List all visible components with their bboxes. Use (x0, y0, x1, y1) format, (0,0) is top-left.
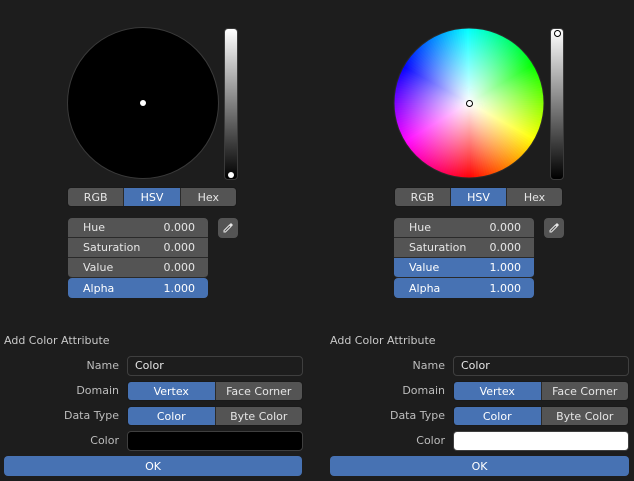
domain-label: Domain (76, 384, 119, 397)
ok-button[interactable]: OK (330, 456, 629, 476)
data-type-color-option[interactable]: Color (454, 407, 542, 425)
color-wheel[interactable] (393, 27, 545, 179)
eyedropper-icon (549, 223, 559, 233)
color-mode-tabs: RGB HSV Hex (67, 187, 237, 207)
data-type-label: Data Type (63, 409, 119, 422)
data-type-label: Data Type (389, 409, 445, 422)
alpha-field[interactable]: Alpha 1.000 (394, 278, 534, 298)
wheel-cursor[interactable] (140, 100, 146, 106)
data-type-byte-color-option[interactable]: Byte Color (541, 407, 628, 425)
ok-button[interactable]: OK (4, 456, 302, 476)
data-type-color-option[interactable]: Color (128, 407, 216, 425)
tab-hex[interactable]: Hex (507, 188, 562, 206)
saturation-label: Saturation (409, 241, 467, 254)
name-label: Name (412, 359, 445, 372)
domain-vertex-option[interactable]: Vertex (454, 382, 542, 400)
dialog-title: Add Color Attribute (4, 334, 110, 347)
alpha-field[interactable]: Alpha 1.000 (68, 278, 208, 298)
alpha-label: Alpha (83, 281, 115, 295)
value-label: Value (83, 261, 114, 274)
tab-rgb[interactable]: RGB (395, 188, 451, 206)
value-slider-knob[interactable] (554, 30, 561, 37)
color-label: Color (90, 434, 119, 447)
name-input[interactable]: Color (453, 356, 629, 376)
value-field[interactable]: Value 0.000 (68, 258, 208, 278)
hue-label: Hue (409, 221, 432, 234)
value-field[interactable]: Value 1.000 (394, 258, 534, 278)
hsv-fields: Hue 0.000 Saturation 0.000 Value 0.000 (68, 218, 208, 278)
hue-label: Hue (83, 221, 106, 234)
alpha-value: 1.000 (163, 281, 196, 295)
data-type-selector: Color Byte Color (453, 406, 629, 426)
color-mode-tabs: RGB HSV Hex (394, 187, 563, 207)
domain-selector: Vertex Face Corner (453, 381, 629, 401)
saturation-value: 0.000 (163, 241, 196, 254)
dialog-title: Add Color Attribute (330, 334, 436, 347)
eyedropper-icon (223, 223, 233, 233)
color-label: Color (416, 434, 445, 447)
domain-vertex-option[interactable]: Vertex (128, 382, 216, 400)
alpha-fields: Alpha 1.000 (394, 278, 534, 298)
saturation-label: Saturation (83, 241, 141, 254)
color-swatch[interactable] (127, 431, 303, 451)
alpha-value: 1.000 (489, 281, 522, 295)
hsv-fields: Hue 0.000 Saturation 0.000 Value 1.000 (394, 218, 534, 278)
data-type-selector: Color Byte Color (127, 406, 303, 426)
color-wheel[interactable] (67, 27, 219, 179)
value-value: 0.000 (163, 261, 196, 274)
hue-value: 0.000 (489, 221, 522, 234)
value-slider[interactable] (550, 28, 564, 180)
eyedropper-button[interactable] (544, 218, 564, 238)
tab-rgb[interactable]: RGB (68, 188, 125, 206)
tab-hsv[interactable]: HSV (451, 188, 507, 206)
value-slider-knob[interactable] (228, 172, 234, 178)
domain-face-corner-option[interactable]: Face Corner (541, 382, 628, 400)
domain-face-corner-option[interactable]: Face Corner (215, 382, 302, 400)
value-value: 1.000 (489, 261, 522, 274)
saturation-field[interactable]: Saturation 0.000 (394, 238, 534, 258)
hue-field[interactable]: Hue 0.000 (394, 218, 534, 238)
value-label: Value (409, 261, 440, 274)
name-label: Name (86, 359, 119, 372)
domain-selector: Vertex Face Corner (127, 381, 303, 401)
hue-value: 0.000 (163, 221, 196, 234)
wheel-cursor[interactable] (466, 100, 473, 107)
tab-hsv[interactable]: HSV (124, 188, 181, 206)
saturation-value: 0.000 (489, 241, 522, 254)
hue-field[interactable]: Hue 0.000 (68, 218, 208, 238)
data-type-byte-color-option[interactable]: Byte Color (215, 407, 302, 425)
alpha-label: Alpha (409, 281, 441, 295)
color-swatch[interactable] (453, 431, 629, 451)
name-input[interactable]: Color (127, 356, 303, 376)
tab-hex[interactable]: Hex (180, 188, 236, 206)
eyedropper-button[interactable] (218, 218, 238, 238)
value-slider[interactable] (224, 28, 238, 180)
saturation-field[interactable]: Saturation 0.000 (68, 238, 208, 258)
domain-label: Domain (402, 384, 445, 397)
alpha-fields: Alpha 1.000 (68, 278, 208, 298)
